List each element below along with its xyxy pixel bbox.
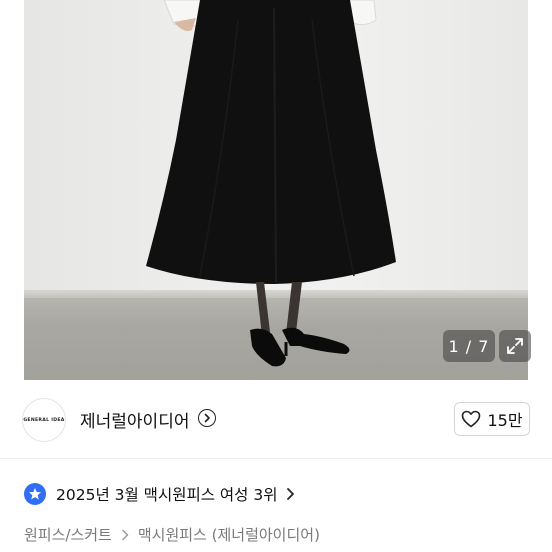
chevron-right-circle-icon[interactable] [198, 409, 216, 427]
model-figure [146, 0, 396, 367]
ranking-link[interactable]: 2025년 3월 맥시원피스 여성 3위 [24, 480, 295, 508]
image-counter: 1 / 7 [443, 330, 495, 362]
shop-logo-text: GENERAL IDEA [23, 417, 65, 423]
product-image-gallery[interactable]: 1 / 7 [0, 0, 552, 380]
star-badge-icon [24, 483, 46, 505]
chevron-right-icon [285, 487, 295, 501]
section-divider [0, 458, 552, 459]
expand-arrows-icon [507, 338, 523, 354]
breadcrumb-item-subcategory[interactable]: 맥시원피스 (제너럴아이디어) [138, 524, 320, 545]
breadcrumb: 원피스/스커트 맥시원피스 (제너럴아이디어) [24, 524, 320, 545]
product-photo[interactable] [24, 0, 528, 380]
ranking-text: 2025년 3월 맥시원피스 여성 3위 [56, 486, 278, 504]
shop-info-row: GENERAL IDEA 제너럴아이디어 15만 [0, 380, 552, 458]
shop-name[interactable]: 제너럴아이디어 [80, 407, 189, 432]
shop-logo[interactable]: GENERAL IDEA [22, 398, 66, 442]
expand-button[interactable] [499, 330, 531, 362]
chevron-right-icon [121, 529, 129, 541]
like-count: 15만 [487, 411, 523, 430]
heart-outline-icon [462, 410, 481, 428]
breadcrumb-item-category[interactable]: 원피스/스커트 [24, 524, 112, 545]
like-button[interactable]: 15만 [454, 402, 530, 436]
